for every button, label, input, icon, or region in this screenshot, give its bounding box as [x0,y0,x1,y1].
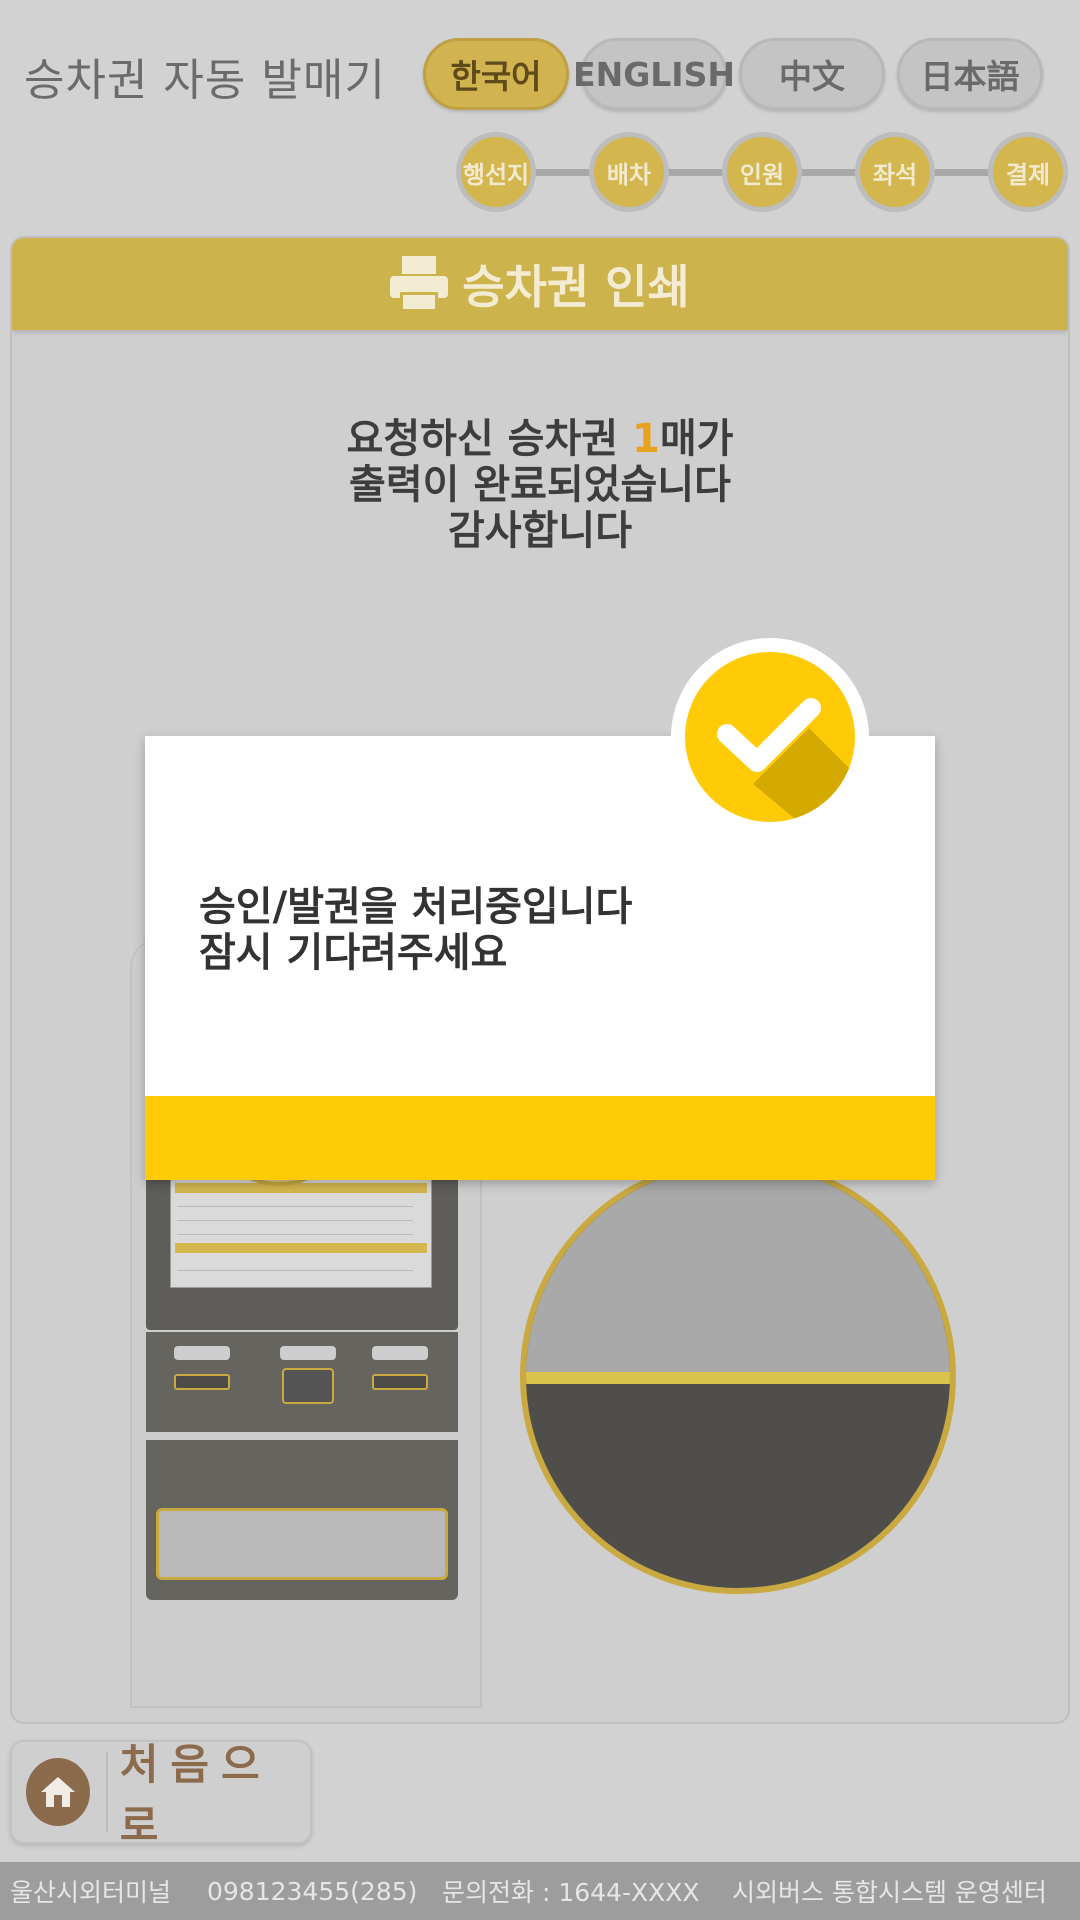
step-dispatch: 배차 [589,132,669,212]
check-badge [671,638,869,836]
lang-button-japanese[interactable]: 日本語 [897,38,1043,110]
processing-line-2: 잠시 기다려주세요 [199,930,508,976]
check-icon [685,652,855,822]
progress-steps: 행선지 배차 인원 좌석 결제 [456,132,1068,212]
kiosk-ticket-outlet [146,1440,458,1600]
ticket-count: 1 [632,416,660,462]
step-destination: 행선지 [456,132,536,212]
home-button[interactable]: 처음으로 [10,1740,312,1850]
lang-button-korean[interactable]: 한국어 [423,38,569,110]
footer-phone: 문의전화 : 1644-XXXX [442,1878,700,1907]
processing-line-1: 승인/발권을 처리중입니다 [199,884,633,930]
message-line-3: 감사합니다 [448,508,632,554]
printer-icon [390,256,449,312]
panel-header: 승차권 인쇄 [12,238,1068,330]
message-line-2: 출력이 완료되었습니다 [349,462,731,508]
home-icon [26,1758,90,1826]
footer-operator: 시외버스 통합시스템 운영센터 [732,1878,1047,1907]
panel-title: 승차권 인쇄 [462,260,690,314]
step-passengers: 인원 [722,132,802,212]
kiosk-payment-panel [146,1332,458,1432]
dialog-bottom-bar [145,1096,935,1180]
print-complete-message: 요청하신 승차권 1매가 출력이 완료되었습니다 감사합니다 [12,416,1068,554]
lang-button-chinese[interactable]: 中文 [739,38,885,110]
step-payment: 결제 [988,132,1068,212]
footer-code: 098123455(285) [207,1876,418,1906]
home-label: 처음으로 [119,1740,272,1850]
language-selector: 한국어 ENGLISH 中文 日本語 [423,38,1043,110]
footer-terminal: 울산시외터미널 [10,1878,172,1907]
footer-bar: 울산시외터미널 098123455(285) 문의전화 : 1644-XXXX … [0,1862,1080,1920]
processing-message: 승인/발권을 처리중입니다 잠시 기다려주세요 [199,884,632,976]
lang-button-english[interactable]: ENGLISH [573,38,735,110]
ticket-outlet-zoom [520,1158,956,1594]
app-title: 승차권 자동 발매기 [24,55,386,106]
home-divider [105,1752,108,1832]
step-seat: 좌석 [855,132,935,212]
message-line-1: 요청하신 승차권 1매가 [346,416,734,462]
